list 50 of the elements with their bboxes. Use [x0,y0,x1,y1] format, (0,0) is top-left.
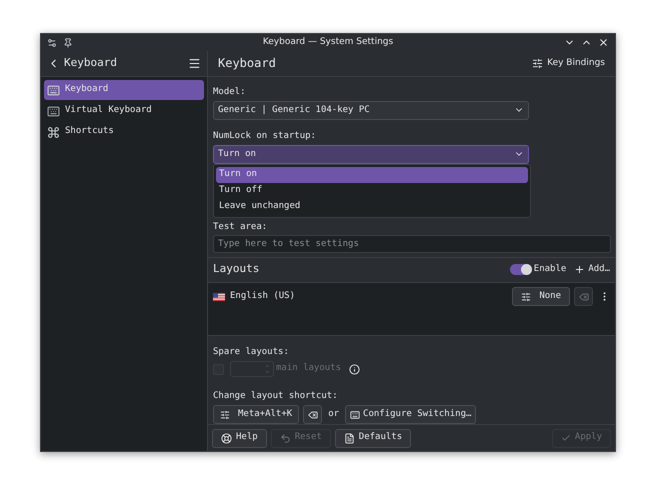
enable-toggle[interactable] [510,264,532,276]
footer-button[interactable]: Help [212,428,267,448]
dropdown-option[interactable]: Turn off [216,182,528,199]
shortcut-button[interactable]: Meta+Alt+K [213,405,300,424]
sidebar-title: Keyboard [64,55,118,72]
test-input-field[interactable]: Type here to test settings [213,234,611,253]
info-icon[interactable] [349,364,360,375]
field-label: Model: [213,86,247,98]
keyboard-icon [47,84,60,96]
dropdown-option[interactable]: Leave unchanged [216,198,528,215]
field-label: NumLock on startup: [213,130,317,142]
backspace-icon [308,410,318,420]
keyboard-icon [47,104,60,118]
plus-icon [574,264,586,276]
menu-icon[interactable] [188,57,201,70]
help-icon [221,432,232,444]
pin-icon[interactable] [63,38,73,48]
field-label: Test area: [213,220,268,233]
field-label: Change layout shortcut: [213,390,339,402]
toggle-label: Enable [534,262,566,276]
shortcut-button[interactable]: None [512,287,570,306]
check-icon [560,433,571,444]
document-icon [344,432,355,444]
key-bindings-button[interactable]: Key Bindings [532,56,605,70]
section-title: Layouts [213,261,260,278]
numlock-dropdown[interactable]: Turn on [213,144,529,164]
sidebar-item[interactable]: Virtual Keyboard [44,101,204,121]
configure-button[interactable]: Configure Switching… [345,405,476,424]
sidebar-item[interactable]: Keyboard [44,80,204,100]
close-icon[interactable] [598,37,609,48]
backspace-icon [578,292,588,302]
clear-button[interactable] [303,405,322,424]
sidebar-item[interactable]: Shortcuts [44,122,204,142]
keyboard-icon [350,410,360,420]
layout-name: English (US) [230,290,296,303]
spinbox-suffix: main layouts [276,362,342,376]
sliders-icon [220,410,230,420]
undo-icon [280,432,291,444]
window-title: Keyboard — System Settings [262,36,394,49]
sliders-icon [532,58,544,69]
or-label: or [328,408,340,421]
add-button[interactable]: Add… [574,262,610,276]
sliders-icon [521,292,532,302]
flag-icon [213,292,225,301]
command-key-icon [47,126,60,138]
model-dropdown[interactable]: Generic | Generic 104-key PC [213,100,529,120]
field-label: Spare layouts: [213,346,290,358]
dropdown-option[interactable]: Turn on [216,166,528,183]
footer-button[interactable]: Defaults [334,428,412,448]
page-title: Keyboard [218,55,277,72]
